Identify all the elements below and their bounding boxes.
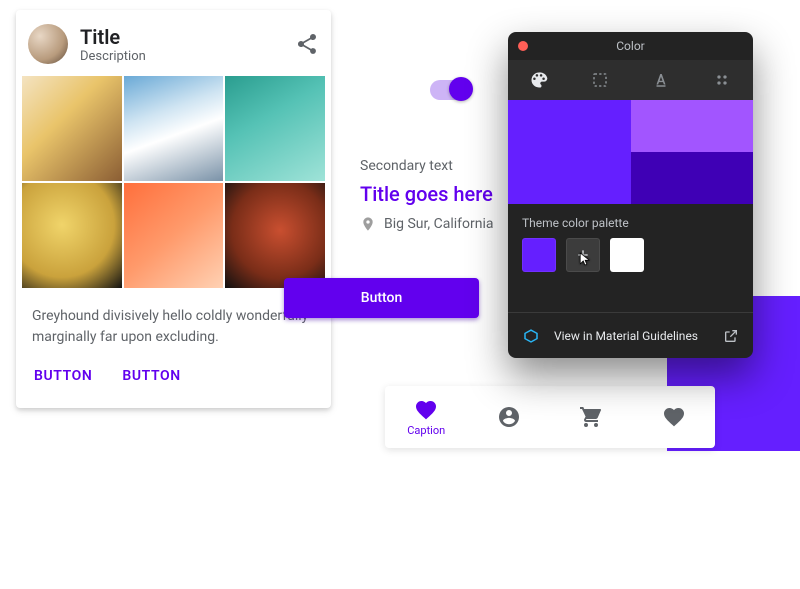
gallery-tile[interactable] [225, 183, 325, 288]
material-guidelines-link[interactable]: View in Material Guidelines [554, 329, 709, 343]
palette-add-button[interactable] [566, 238, 600, 272]
nav-favorite-alt[interactable] [642, 405, 706, 429]
color-panel: Color Theme color palette [508, 32, 753, 358]
swatch-primary-dark[interactable] [631, 152, 754, 204]
primary-button[interactable]: Button [284, 278, 479, 318]
swatch-primary[interactable] [508, 100, 631, 204]
palette-swatch-white[interactable] [610, 238, 644, 272]
nav-account[interactable] [477, 405, 541, 429]
swatch-primary-light[interactable] [631, 100, 754, 152]
gallery-tile[interactable] [22, 183, 122, 288]
account-icon [497, 405, 521, 429]
panel-footer: View in Material Guidelines [508, 312, 753, 358]
nav-favorites[interactable]: Caption [394, 398, 458, 437]
theme-switch[interactable] [430, 80, 470, 100]
avatar[interactable] [28, 24, 68, 64]
heart-outline-icon [662, 405, 686, 429]
image-gallery [16, 72, 331, 292]
heart-icon [414, 398, 438, 422]
material-logo-icon [522, 327, 540, 345]
gallery-tile[interactable] [124, 183, 224, 288]
location-pin-icon [360, 216, 376, 232]
gallery-tile[interactable] [225, 76, 325, 181]
cart-icon [579, 405, 603, 429]
gallery-tile[interactable] [124, 76, 224, 181]
card-actions: BUTTON BUTTON [16, 350, 331, 408]
panel-tabs [508, 60, 753, 100]
color-swatch-grid [508, 100, 753, 204]
card-subtitle: Description [80, 49, 295, 64]
nav-cart[interactable] [559, 405, 623, 429]
place-text: Big Sur, California [384, 216, 494, 232]
media-card: Title Description Greyhound divisively h… [16, 10, 331, 408]
card-action-button-1[interactable]: BUTTON [24, 358, 102, 394]
panel-title: Color [616, 39, 644, 53]
tab-crop[interactable] [588, 68, 612, 92]
tab-palette[interactable] [527, 68, 551, 92]
card-titles: Title Description [68, 25, 295, 64]
palette-label: Theme color palette [508, 204, 753, 238]
card-title: Title [80, 25, 295, 49]
share-icon[interactable] [295, 32, 319, 56]
tab-apps[interactable] [710, 68, 734, 92]
card-header: Title Description [16, 10, 331, 72]
bottom-navigation: Caption [385, 386, 715, 448]
switch-thumb [449, 77, 473, 101]
tab-text[interactable] [649, 68, 673, 92]
open-external-icon[interactable] [723, 328, 739, 344]
palette-swatch-primary[interactable] [522, 238, 556, 272]
gallery-tile[interactable] [22, 76, 122, 181]
nav-caption: Caption [407, 424, 445, 437]
mouse-cursor-icon [578, 250, 592, 268]
window-close-dot[interactable] [518, 41, 528, 51]
palette-row [508, 238, 753, 280]
panel-titlebar: Color [508, 32, 753, 60]
card-action-button-2[interactable]: BUTTON [112, 358, 190, 394]
